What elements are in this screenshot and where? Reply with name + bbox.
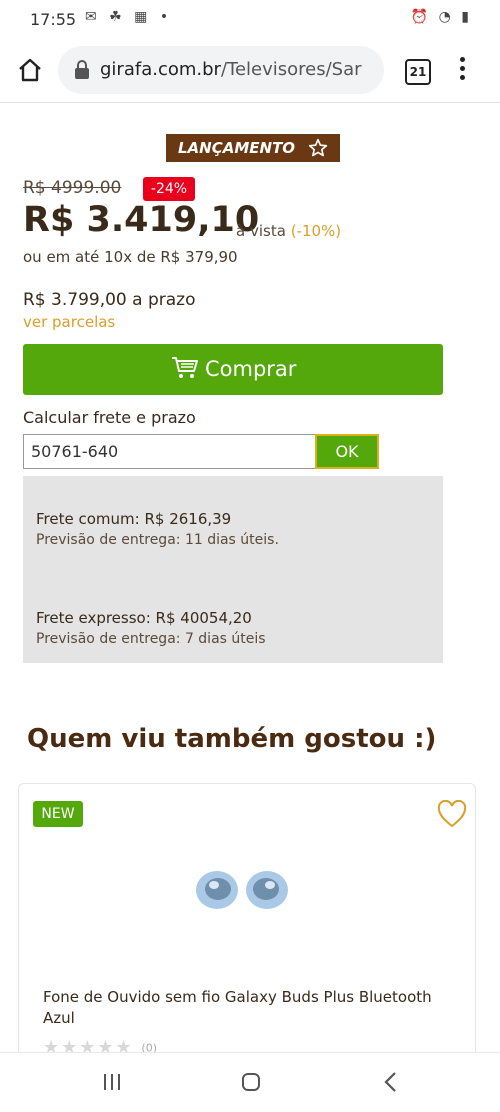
system-icons: ⏰ ◔ ▮ <box>410 9 472 25</box>
shipping-option-title: Frete expresso: R$ 40054,20 <box>36 609 252 627</box>
recent-apps-icon[interactable] <box>102 1072 122 1092</box>
status-bar: 17:55 ✉ ☘ ▦ • ⏰ ◔ ▮ <box>0 0 500 40</box>
cep-input[interactable] <box>23 434 316 469</box>
buy-button[interactable]: Comprar <box>23 344 443 395</box>
cep-ok-button[interactable]: OK <box>315 434 379 469</box>
status-time: 17:55 <box>30 10 77 29</box>
cart-icon <box>172 357 198 378</box>
address-bar[interactable]: girafa.com.br/Televisores/Sar <box>58 46 384 94</box>
installments-text: ou em até 10x de R$ 379,90 <box>23 248 238 266</box>
product-name: Fone de Ouvido sem fio Galaxy Buds Plus … <box>43 988 432 1027</box>
term-price: R$ 3.799,00 a prazo <box>23 290 196 310</box>
home-icon[interactable] <box>16 56 44 84</box>
lock-icon <box>75 60 89 79</box>
new-badge: NEW <box>33 801 83 827</box>
product-image <box>196 871 288 909</box>
home-nav-icon[interactable] <box>241 1072 261 1092</box>
buy-label: Comprar <box>205 357 297 381</box>
installments-link[interactable]: ver parcelas <box>23 313 115 331</box>
tab-switcher-button[interactable]: 21 <box>405 59 431 85</box>
cash-price: R$ 3.419,10 <box>23 200 260 240</box>
browser-toolbar: girafa.com.br/Televisores/Sar 21 <box>0 40 500 103</box>
shipping-title: Calcular frete e prazo <box>23 408 196 427</box>
url-text: girafa.com.br/Televisores/Sar <box>100 59 372 80</box>
heart-icon[interactable] <box>437 800 467 828</box>
cash-label: à vista <box>236 222 286 240</box>
star-icon <box>308 138 328 157</box>
notification-icons: ✉ ☘ ▦ • <box>85 9 173 25</box>
back-icon[interactable] <box>383 1071 399 1093</box>
product-card[interactable]: NEW Fone de Ouvido sem fio Galaxy Buds P… <box>18 783 476 1075</box>
system-nav-bar <box>0 1052 500 1112</box>
launch-badge-label: LANÇAMENTO <box>178 139 296 157</box>
shipping-option-title: Frete comum: R$ 2616,39 <box>36 510 232 528</box>
url-path: /Televisores/Sar <box>220 59 362 80</box>
cash-discount: (-10%) <box>290 222 342 240</box>
recommendations-title: Quem viu também gostou :) <box>27 724 437 754</box>
overflow-menu-icon[interactable] <box>458 57 466 85</box>
shipping-option-eta: Previsão de entrega: 7 dias úteis <box>36 631 266 647</box>
shipping-option-eta: Previsão de entrega: 11 dias úteis. <box>36 532 279 548</box>
launch-badge: LANÇAMENTO <box>166 134 340 162</box>
cash-price-note: à vista (-10%) <box>236 222 341 240</box>
url-host: girafa.com.br <box>100 59 221 80</box>
old-price: R$ 4999.00 <box>23 178 122 198</box>
shipping-results: Frete comum: R$ 2616,39 Previsão de entr… <box>23 476 443 663</box>
discount-badge: -24% <box>143 177 195 201</box>
